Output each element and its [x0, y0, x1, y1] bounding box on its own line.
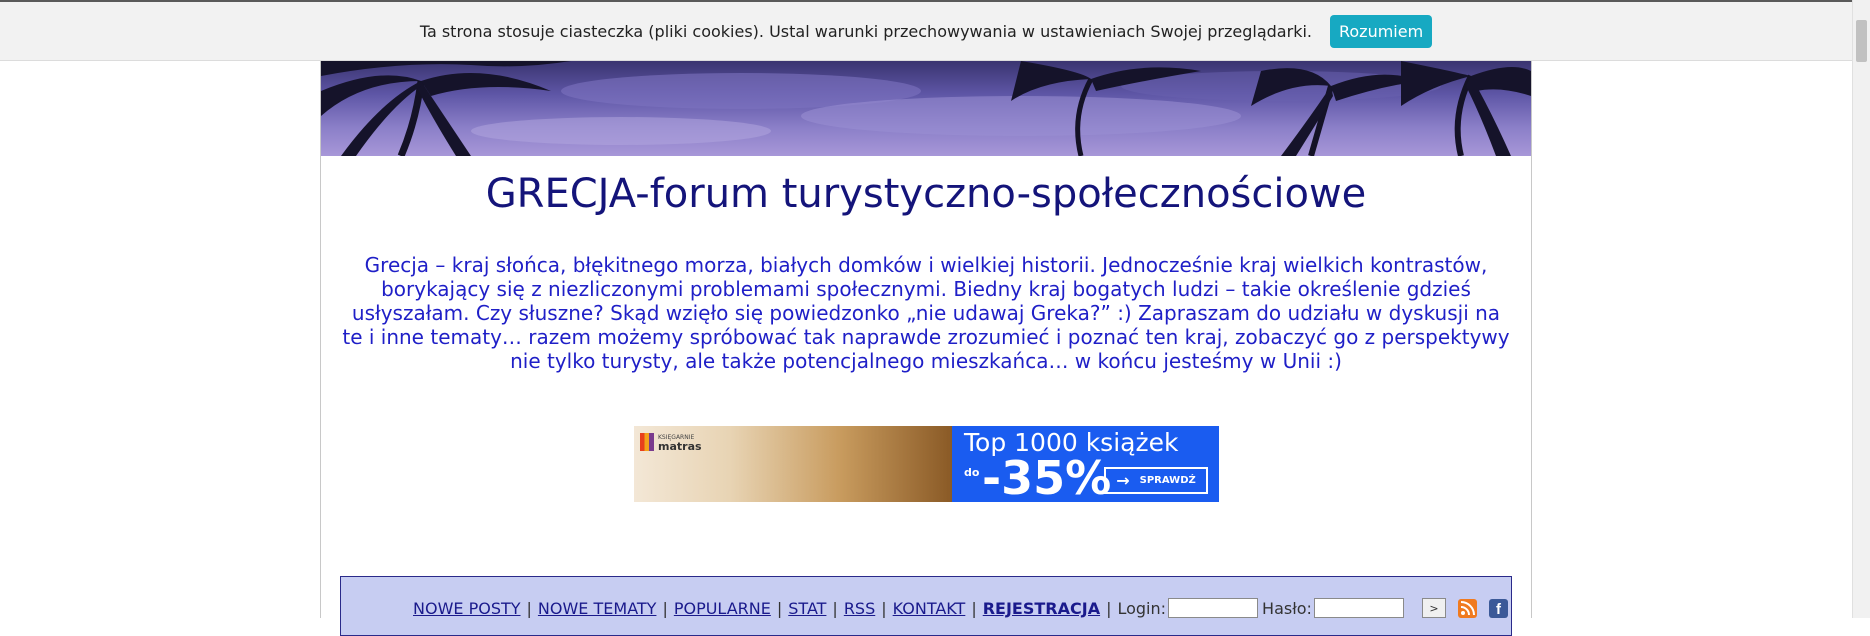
password-input[interactable]: [1313, 598, 1404, 618]
top-nav-bar: NOWE POSTY | NOWE TEMATY | POPULARNE | S…: [340, 576, 1512, 636]
cookie-accept-button[interactable]: Rozumiem: [1329, 14, 1433, 48]
nav-popular[interactable]: POPULARNE: [674, 599, 771, 618]
password-label: Hasło:: [1262, 598, 1312, 618]
cookie-bar: Ta strona stosuje ciasteczka (pliki cook…: [0, 0, 1852, 61]
intro-text: Grecja – kraj słońca, błękitnego morza, …: [342, 253, 1510, 373]
matras-logo-icon: [640, 433, 654, 451]
nav-register[interactable]: REJESTRACJA: [983, 599, 1100, 618]
nav-new-posts[interactable]: NOWE POSTY: [413, 599, 521, 618]
ad-promo-panel: Top 1000 książek do -35% → SPRAWDŹ: [952, 426, 1219, 502]
ad-prefix: do: [964, 466, 980, 479]
ad-cta-label: SPRAWDŹ: [1139, 475, 1196, 486]
login-submit-button[interactable]: >: [1421, 598, 1446, 618]
cookie-message: Ta strona stosuje ciasteczka (pliki cook…: [419, 21, 1312, 41]
nav-contact[interactable]: KONTAKT: [893, 599, 966, 618]
login-label: Login:: [1117, 598, 1167, 618]
ad-banner[interactable]: KSIĘGARNIE matras Top 1000 książek do -3…: [634, 426, 1219, 502]
ad-discount: -35%: [982, 451, 1112, 505]
ad-book-image: KSIĘGARNIE matras: [634, 426, 952, 502]
nav-new-topics[interactable]: NOWE TEMATY: [538, 599, 657, 618]
header-banner-image: [321, 61, 1531, 156]
matras-logo: KSIĘGARNIE matras: [640, 433, 702, 453]
login-input[interactable]: [1168, 598, 1259, 618]
rss-icon[interactable]: [1457, 598, 1477, 618]
site-title: GRECJA-forum turystyczno-społecznościowe: [485, 171, 1367, 217]
arrow-right-icon: →: [1116, 471, 1130, 490]
nav-rss[interactable]: RSS: [844, 599, 875, 618]
nav-stat[interactable]: STAT: [788, 599, 826, 618]
scrollbar-thumb[interactable]: [1856, 20, 1867, 62]
vertical-scrollbar[interactable]: [1852, 0, 1870, 618]
ad-logo-big: matras: [658, 440, 702, 453]
facebook-icon[interactable]: f: [1488, 598, 1508, 618]
ad-check-button[interactable]: → SPRAWDŹ: [1104, 467, 1208, 494]
page-column: GRECJA-forum turystyczno-społecznościowe…: [320, 61, 1532, 636]
